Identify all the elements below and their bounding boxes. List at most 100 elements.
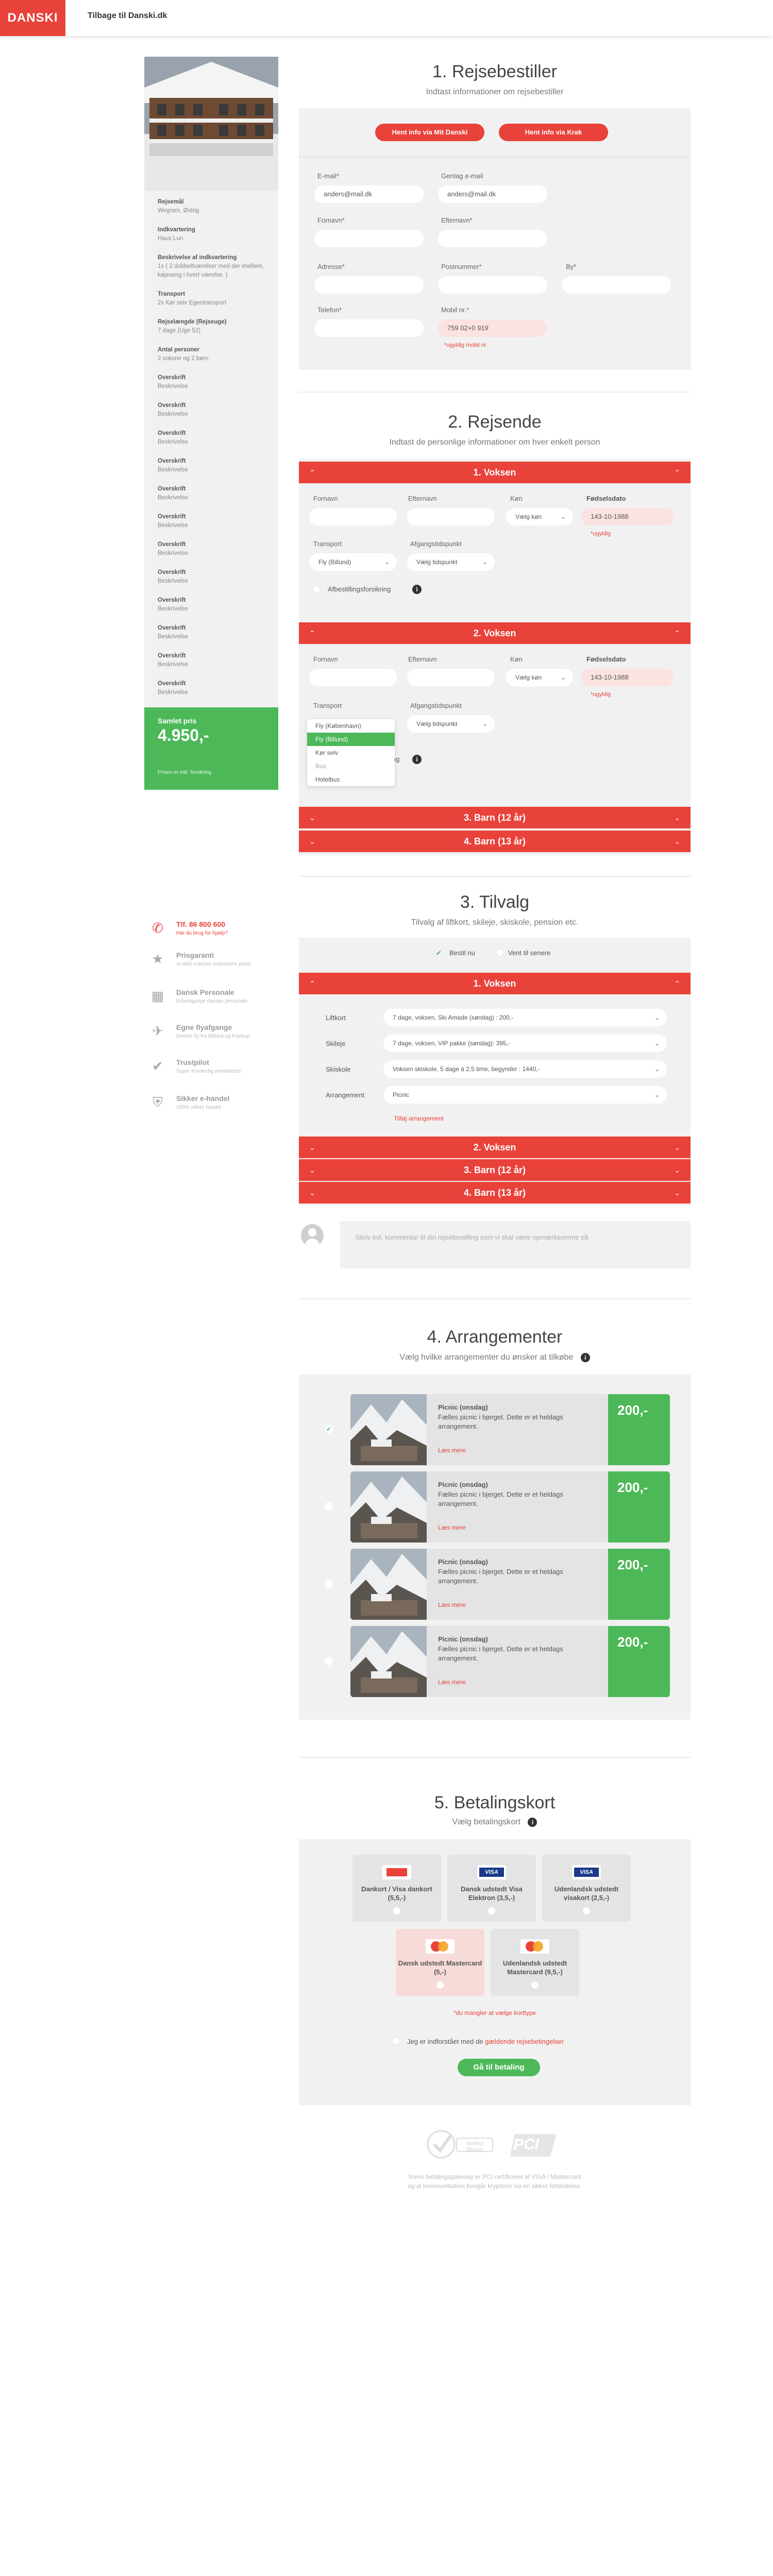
payment-card-option[interactable]: VISA Dansk udstedt Visa Elektron (3,5,-) <box>447 1855 536 1922</box>
terms-link[interactable]: gældende rejsebetingelser <box>485 2038 564 2045</box>
fetch-mit-danski-button[interactable]: Hent info via Mit Danski <box>375 124 484 141</box>
addons-traveller-4-bar[interactable]: ⌄ 4. Barn (13 år) ⌄ <box>299 1182 691 1204</box>
payment-card-radio[interactable] <box>393 1907 400 1914</box>
feature-sub: Erfaringsrige danske personale <box>176 998 248 1004</box>
info-icon[interactable]: i <box>580 1353 590 1362</box>
payment-card-radio[interactable] <box>531 1981 539 1989</box>
addons-traveller-2-label: 2. Voksen <box>473 1142 516 1153</box>
arrangement-select-radio[interactable] <box>325 1657 333 1665</box>
dropdown-option[interactable]: Bus <box>307 759 395 773</box>
grid-icon: ▦ <box>151 988 164 1004</box>
read-more-link[interactable]: Læs mere <box>438 1447 466 1454</box>
traveller-1-firstname[interactable] <box>309 508 397 526</box>
arrangement-card[interactable]: Picnic (onsdag) Fælles picnic i bjerget. … <box>350 1471 670 1543</box>
mobile-error: *ugyldig mobil nr. <box>444 342 488 348</box>
order-now-option[interactable]: Bestil nu <box>449 949 475 957</box>
terms-text: Jeg er indforstået med de gældende rejse… <box>407 2038 564 2045</box>
arrangement-select-radio[interactable]: ✔ <box>325 1425 333 1433</box>
traveller-2-label: 2. Voksen <box>473 628 516 638</box>
go-to-payment-button[interactable]: Gå til betaling <box>458 2059 540 2076</box>
arrangement-select-radio[interactable] <box>325 1580 333 1588</box>
wait-later-option[interactable]: Vent til senere <box>508 949 550 957</box>
cancellation-insurance-label: Afbestillingsforsikring <box>328 585 391 593</box>
firstname-field[interactable] <box>314 230 424 247</box>
city-field[interactable] <box>562 276 671 294</box>
feature-title: Trustpilot <box>176 1058 209 1066</box>
firstname-label: Fornavn <box>313 655 338 663</box>
traveller-2-dob[interactable]: 143-10-1988 <box>581 669 674 686</box>
footer-line-2: og al kommunikation foregår krypteret vi… <box>408 2182 582 2190</box>
feature-sub: Direkte fly fra Billund og Kastrup <box>176 1033 250 1039</box>
addons-traveller-2-bar[interactable]: ⌄ 2. Voksen ⌄ <box>299 1137 691 1158</box>
traveller-1-gender-select[interactable]: Vælg køn ⌄ <box>506 508 573 526</box>
payment-card-radio[interactable] <box>488 1907 495 1914</box>
arrangement-card[interactable]: Picnic (onsdag) Fælles picnic i bjerget. … <box>350 1394 670 1465</box>
info-icon[interactable]: i <box>528 1818 537 1827</box>
read-more-link[interactable]: Læs mere <box>438 1601 466 1608</box>
read-more-link[interactable]: Læs mere <box>438 1524 466 1531</box>
arrangement-select[interactable]: Picnic ⌄ <box>383 1086 667 1104</box>
dropdown-option[interactable]: Hotelbus <box>307 773 395 786</box>
wait-later-radio[interactable] <box>496 948 504 957</box>
info-icon[interactable]: i <box>412 755 422 764</box>
arrangement-card[interactable]: Picnic (onsdag) Fælles picnic i bjerget. … <box>350 1549 670 1620</box>
feature-title: Tlf. 86 800 600 <box>176 920 225 928</box>
traveller-2-bar[interactable]: ⌃ 2. Voksen ⌃ <box>299 622 691 644</box>
traveller-2-lastname[interactable] <box>407 669 495 686</box>
traveller-1-transport-select[interactable]: Fly (Billund) ⌄ <box>309 553 397 571</box>
dropdown-option[interactable]: Kør selv <box>307 746 395 759</box>
traveller-1-dob[interactable]: 143-10-1988 <box>581 508 674 526</box>
arrangement-select-radio[interactable] <box>325 1502 333 1511</box>
lastname-field[interactable] <box>438 230 547 247</box>
cancellation-insurance-radio[interactable] <box>312 585 321 594</box>
terms-radio[interactable] <box>392 2037 400 2045</box>
payment-card-option[interactable]: Dankort / Visa dankort (5,5,-) <box>352 1855 441 1922</box>
payment-card-radio[interactable] <box>583 1907 590 1914</box>
lastname-label: Efternavn* <box>441 216 473 224</box>
arrangement-card[interactable]: Picnic (onsdag) Fælles picnic i bjerget. … <box>350 1626 670 1697</box>
summary-value: Beskrivelse <box>158 411 188 417</box>
email-repeat-field[interactable]: anders@mail.dk <box>438 185 547 203</box>
postcode-field[interactable] <box>438 276 547 294</box>
skileje-select[interactable]: 7 dage, voksen, VIP pakke (søndag): 395,… <box>383 1035 667 1052</box>
comment-textarea[interactable]: Skriv evt. kommentar til din rejsebestil… <box>340 1221 691 1268</box>
payment-card-option[interactable]: VISA Udenlandsk udstedt visakort (2,5,-) <box>542 1855 631 1922</box>
address-field[interactable] <box>314 276 424 294</box>
traveller-2-departure-select[interactable]: Vælg tidspunkt ⌄ <box>407 715 495 733</box>
traveller-1-lastname[interactable] <box>407 508 495 526</box>
payment-card-radio[interactable] <box>436 1981 444 1989</box>
addons-traveller-1-bar[interactable]: ⌃ 1. Voksen ⌃ <box>299 973 691 994</box>
dropdown-option[interactable]: Fly (Billund) <box>307 733 395 746</box>
traveller-2-gender-select[interactable]: Vælg køn ⌄ <box>506 669 573 686</box>
summary-value: 7 dage (Uge 52) <box>158 328 201 334</box>
add-arrangement-link[interactable]: Tilføj arrangement <box>394 1115 444 1122</box>
read-more-link[interactable]: Læs mere <box>438 1679 466 1686</box>
fetch-krak-button[interactable]: Hent info via Krak <box>499 124 608 141</box>
liftkort-label: Liftkort <box>326 1014 346 1022</box>
liftkort-select[interactable]: 7 dage, voksen, Ski Amade (søndag) : 200… <box>383 1009 667 1026</box>
dob-error: *ugyldig <box>591 531 611 537</box>
dropdown-option[interactable]: Fly (København) <box>307 719 395 733</box>
transport-dropdown-list[interactable]: Fly (København) Fly (Billund) Kør selv Bus H… <box>307 719 395 786</box>
traveller-2-firstname[interactable] <box>309 669 397 686</box>
email-field[interactable]: anders@mail.dk <box>314 185 424 203</box>
danski-logo[interactable]: DANSKI <box>0 0 65 36</box>
addons-traveller-3-bar[interactable]: ⌄ 3. Barn (12 år) ⌄ <box>299 1159 691 1181</box>
back-link[interactable]: Tilbage til Danski.dk <box>88 11 167 21</box>
summary-label: Indkvartering <box>158 227 195 233</box>
payment-card-option[interactable]: Udenlandsk udstedt Mastercard (9,5,-) <box>491 1929 579 1996</box>
payment-card-option[interactable]: Dansk udstedt Mastercard (5,-) <box>396 1929 484 1996</box>
chevron-down-icon: ⌄ <box>482 720 488 727</box>
skiskole-select[interactable]: Voksen skiskole, 5 dage á 2,5 time, begy… <box>383 1060 667 1078</box>
chevron-down-icon: ⌄ <box>674 1143 680 1151</box>
info-icon[interactable]: i <box>412 585 422 594</box>
traveller-3-bar[interactable]: ⌄ 3. Barn (12 år) ⌄ <box>299 807 691 828</box>
traveller-1-bar[interactable]: ⌃ 1. Voksen ⌃ <box>299 462 691 483</box>
section3-title: 3. Tilvalg <box>460 892 530 912</box>
traveller-1-departure-select[interactable]: Vælg tidspunkt ⌄ <box>407 553 495 571</box>
mobile-field[interactable]: 759 02+0 919 <box>438 319 547 337</box>
summary-item: Overskrift Beskrivelse <box>158 596 265 614</box>
phone-field[interactable] <box>314 319 424 337</box>
feature-phone[interactable]: ✆ Tlf. 86 800 600 Har du brug for hjælp? <box>144 920 278 941</box>
traveller-4-bar[interactable]: ⌄ 4. Barn (13 år) ⌄ <box>299 831 691 852</box>
